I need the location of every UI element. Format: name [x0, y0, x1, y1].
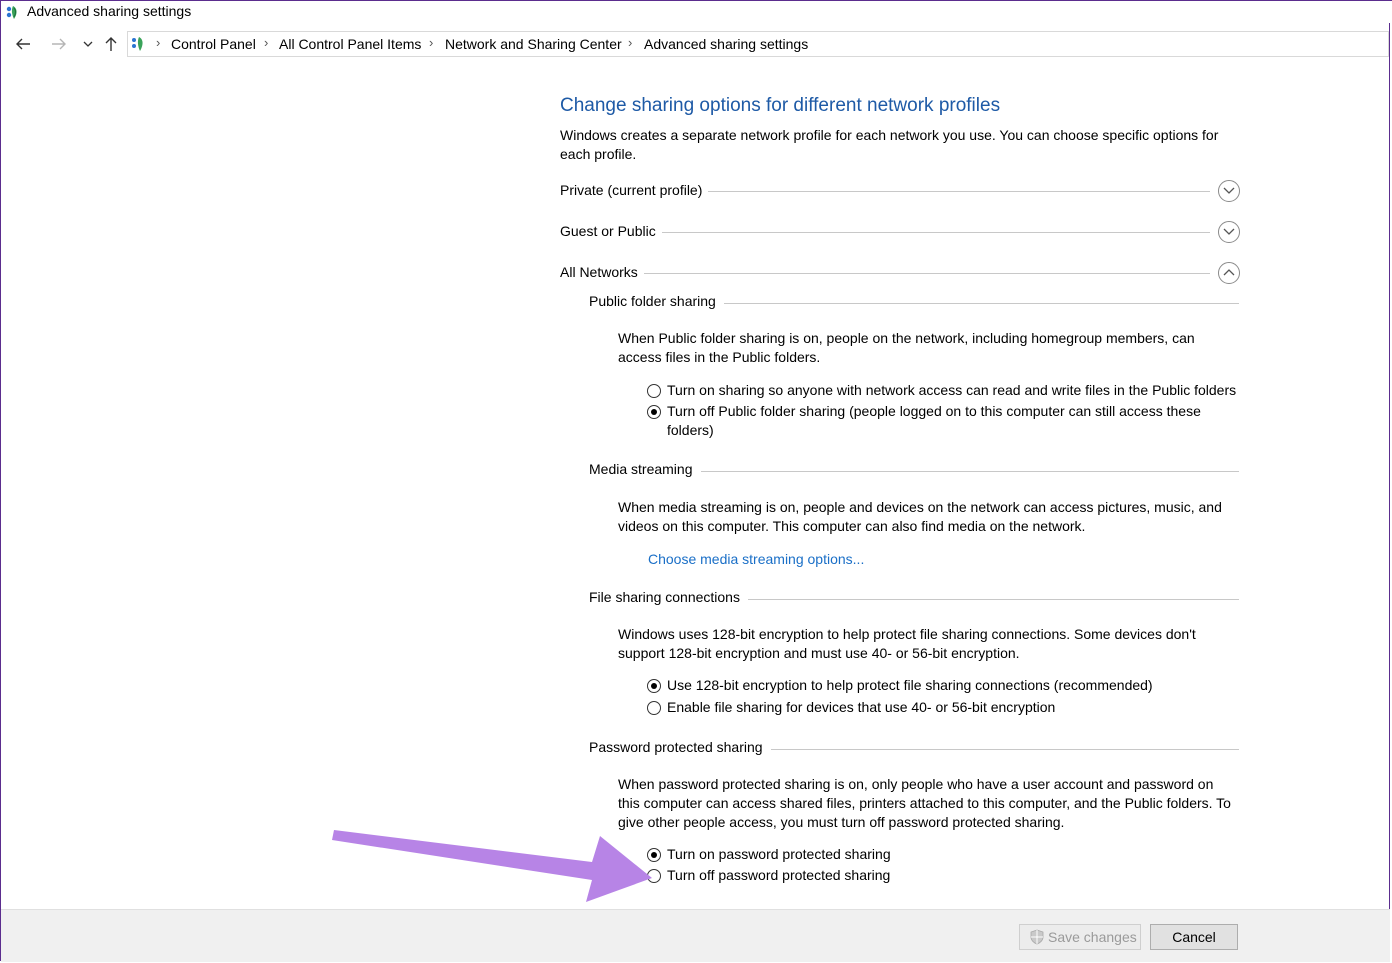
- recent-locations-button[interactable]: [77, 34, 99, 54]
- breadcrumb-separator-icon: ›: [429, 35, 434, 50]
- section-title: File sharing connections: [589, 589, 748, 605]
- section-password-sharing: Password protected sharing: [589, 739, 1239, 759]
- encryption-128-option[interactable]: Use 128-bit encryption to help protect f…: [647, 676, 1247, 696]
- breadcrumb-current[interactable]: Advanced sharing settings: [644, 36, 808, 52]
- back-arrow-icon: [16, 38, 30, 50]
- password-sharing-description: When password protected sharing is on, o…: [618, 776, 1231, 830]
- option-label: Turn on password protected sharing: [667, 846, 891, 862]
- content-area: Change sharing options for different net…: [0, 60, 1392, 909]
- expand-private-button[interactable]: [1218, 180, 1240, 202]
- section-title: Password protected sharing: [589, 739, 771, 755]
- chevron-down-icon: [83, 41, 93, 47]
- save-changes-label: Save changes: [1048, 929, 1137, 945]
- chevron-down-icon: [1223, 228, 1235, 235]
- profile-all-networks[interactable]: All Networks: [560, 262, 1240, 286]
- page-title: Change sharing options for different net…: [560, 95, 1001, 116]
- divider: [560, 273, 1210, 274]
- file-sharing-description: Windows uses 128-bit encryption to help …: [618, 626, 1196, 661]
- page-description: Windows creates a separate network profi…: [560, 127, 1219, 162]
- media-streaming-description: When media streaming is on, people and d…: [618, 499, 1222, 534]
- cancel-button[interactable]: Cancel: [1150, 924, 1238, 950]
- breadcrumb-all-items[interactable]: All Control Panel Items: [279, 36, 421, 52]
- public-folder-off-option[interactable]: Turn off Public folder sharing (people l…: [647, 402, 1247, 442]
- public-folder-on-option[interactable]: Turn on sharing so anyone with network a…: [647, 381, 1247, 401]
- forward-arrow-icon: [52, 38, 66, 50]
- radio-button[interactable]: [647, 384, 661, 398]
- up-button[interactable]: [100, 34, 122, 54]
- profile-private[interactable]: Private (current profile): [560, 180, 1240, 204]
- title-bar: Advanced sharing settings: [1, 1, 1390, 23]
- option-label: Turn on sharing so anyone with network a…: [667, 382, 1237, 398]
- section-public-folder: Public folder sharing: [589, 293, 1239, 313]
- section-title: Media streaming: [589, 461, 701, 477]
- navigation-bar: › Control Panel › All Control Panel Item…: [1, 28, 1390, 60]
- encryption-40-56-option[interactable]: Enable file sharing for devices that use…: [647, 698, 1247, 718]
- chevron-down-icon: [1223, 187, 1235, 194]
- section-media-streaming: Media streaming: [589, 461, 1239, 481]
- option-label: Turn off Public folder sharing (people l…: [667, 403, 1201, 438]
- footer-bar: Save changes Cancel: [1, 909, 1390, 962]
- breadcrumb-separator-icon: ›: [628, 35, 633, 50]
- breadcrumb-separator-icon: ›: [156, 35, 161, 50]
- up-arrow-icon: [105, 37, 117, 51]
- radio-button-selected[interactable]: [647, 679, 661, 693]
- public-folder-description: When Public folder sharing is on, people…: [618, 330, 1195, 365]
- breadcrumb-control-panel[interactable]: Control Panel: [171, 36, 256, 52]
- forward-button[interactable]: [48, 34, 70, 54]
- radio-button-selected[interactable]: [647, 405, 661, 419]
- uac-shield-icon: [1030, 929, 1044, 945]
- option-label: Turn off password protected sharing: [667, 867, 891, 883]
- breadcrumb-separator-icon: ›: [264, 35, 269, 50]
- profile-all-label: All Networks: [560, 264, 644, 280]
- radio-button[interactable]: [647, 701, 661, 715]
- section-file-sharing: File sharing connections: [589, 589, 1239, 609]
- save-changes-button[interactable]: Save changes: [1019, 924, 1141, 950]
- password-sharing-off-option[interactable]: Turn off password protected sharing: [647, 866, 1247, 886]
- option-label: Use 128-bit encryption to help protect f…: [667, 677, 1153, 693]
- collapse-all-networks-button[interactable]: [1218, 262, 1240, 284]
- profile-guest-public[interactable]: Guest or Public: [560, 221, 1240, 245]
- network-icon: [6, 6, 17, 19]
- network-location-icon: [132, 37, 143, 51]
- profile-guest-label: Guest or Public: [560, 223, 662, 239]
- back-button[interactable]: [12, 34, 34, 54]
- chevron-up-icon: [1223, 269, 1235, 276]
- expand-guest-button[interactable]: [1218, 221, 1240, 243]
- annotation-arrow-icon: [332, 830, 652, 902]
- profile-private-label: Private (current profile): [560, 182, 709, 198]
- window-title: Advanced sharing settings: [27, 3, 192, 19]
- option-label: Enable file sharing for devices that use…: [667, 699, 1056, 715]
- media-streaming-options-link[interactable]: Choose media streaming options...: [648, 551, 864, 567]
- breadcrumb-network-center[interactable]: Network and Sharing Center: [445, 36, 622, 52]
- address-bar[interactable]: › Control Panel › All Control Panel Item…: [127, 31, 1389, 57]
- section-title: Public folder sharing: [589, 293, 724, 309]
- password-sharing-on-option[interactable]: Turn on password protected sharing: [647, 845, 1247, 865]
